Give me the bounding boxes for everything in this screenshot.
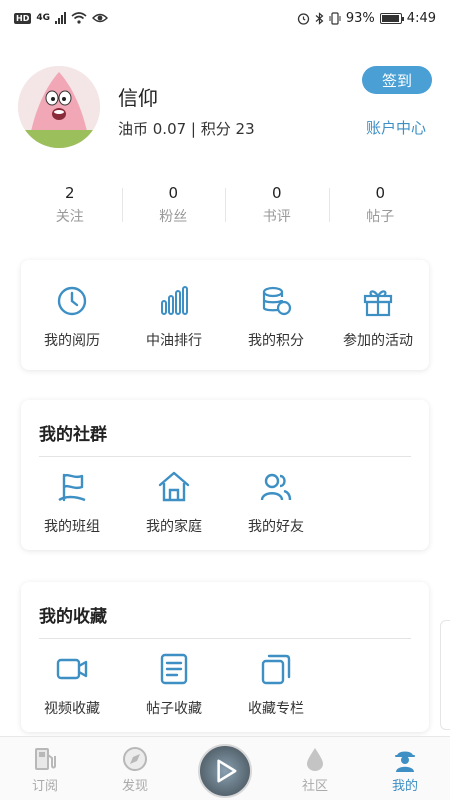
nav-label: 订阅 bbox=[31, 779, 58, 794]
compass-icon bbox=[123, 747, 147, 771]
bluetooth-icon bbox=[315, 11, 324, 25]
nav-label: 我的 bbox=[391, 779, 418, 794]
community-card: 我的社群 我的班组 我的家庭 我的好友 bbox=[21, 400, 429, 550]
community-item-friends[interactable]: 我的好友 bbox=[225, 470, 327, 536]
nav-tab-subscribe[interactable]: 订阅 bbox=[0, 737, 90, 800]
stat-label: 书评 bbox=[262, 209, 291, 225]
nav-tab-mine[interactable]: 我的 bbox=[360, 737, 450, 800]
nav-tab-community[interactable]: 社区 bbox=[270, 737, 360, 800]
stat-value: 0 bbox=[375, 184, 386, 202]
quick-action-label: 我的积分 bbox=[248, 333, 304, 349]
checkin-button[interactable]: 签到 bbox=[362, 66, 432, 94]
nav-tab-discover[interactable]: 发现 bbox=[90, 737, 180, 800]
status-bar: HD 4G 93% 4:49 bbox=[0, 0, 450, 36]
wifi-icon bbox=[71, 12, 87, 24]
username: 信仰 bbox=[118, 86, 158, 110]
favorite-item-columns[interactable]: 收藏专栏 bbox=[225, 652, 327, 718]
divider bbox=[39, 456, 411, 457]
card-title: 我的收藏 bbox=[39, 607, 107, 627]
quick-action-label: 中油排行 bbox=[146, 333, 202, 349]
account-center-link[interactable]: 账户中心 bbox=[366, 117, 426, 138]
coins-icon bbox=[262, 286, 292, 316]
community-item-label: 我的班组 bbox=[44, 519, 100, 535]
favorites-card: 我的收藏 视频收藏 帖子收藏 收藏专栏 bbox=[21, 582, 429, 732]
nav-label: 发现 bbox=[121, 779, 148, 794]
favorite-item-label: 收藏专栏 bbox=[248, 701, 304, 717]
favorite-item-videos[interactable]: 视频收藏 bbox=[21, 652, 123, 718]
bar-chart-icon bbox=[161, 286, 188, 315]
stat-value: 0 bbox=[168, 184, 179, 202]
hd-badge: HD bbox=[14, 12, 32, 24]
avatar-image bbox=[18, 66, 100, 148]
clock-time: 4:49 bbox=[406, 10, 436, 26]
profile-header: 信仰 油币 0.07 | 积分 23 签到 账户中心 bbox=[18, 66, 432, 150]
nav-tab-play[interactable] bbox=[180, 737, 270, 800]
favorite-item-posts[interactable]: 帖子收藏 bbox=[123, 652, 225, 718]
divider bbox=[39, 638, 411, 639]
quick-action-label: 参加的活动 bbox=[343, 333, 413, 349]
stat-reviews[interactable]: 0 书评 bbox=[225, 180, 329, 230]
home-icon bbox=[158, 471, 190, 502]
stat-label: 关注 bbox=[55, 209, 84, 225]
stat-followers[interactable]: 0 粉丝 bbox=[121, 180, 226, 230]
stat-label: 粉丝 bbox=[159, 209, 188, 225]
stat-label: 帖子 bbox=[366, 209, 395, 225]
quick-action-label: 我的阅历 bbox=[44, 333, 100, 349]
community-item-label: 我的好友 bbox=[248, 519, 304, 535]
stat-value: 2 bbox=[64, 184, 75, 202]
document-icon bbox=[160, 653, 188, 685]
signal-icon bbox=[55, 12, 66, 24]
stat-following[interactable]: 2 关注 bbox=[18, 180, 122, 230]
battery-icon bbox=[379, 12, 404, 24]
gift-icon bbox=[363, 290, 393, 317]
favorite-item-label: 视频收藏 bbox=[44, 701, 100, 717]
side-drawer-handle[interactable] bbox=[440, 620, 450, 730]
quick-action-ranking[interactable]: 中油排行 bbox=[123, 284, 225, 350]
play-disc-icon bbox=[198, 744, 252, 798]
quick-action-history[interactable]: 我的阅历 bbox=[21, 284, 123, 350]
quick-action-points[interactable]: 我的积分 bbox=[225, 284, 327, 350]
drop-icon bbox=[307, 748, 323, 771]
stat-value: 0 bbox=[271, 184, 282, 202]
friends-icon bbox=[260, 473, 292, 501]
coins-points: 油币 0.07 | 积分 23 bbox=[118, 120, 255, 138]
quick-actions-card: 我的阅历 中油排行 我的积分 参加的活动 bbox=[21, 260, 429, 370]
worker-icon bbox=[395, 751, 415, 772]
community-item-family[interactable]: 我的家庭 bbox=[123, 470, 225, 536]
play-icon bbox=[217, 759, 237, 783]
video-icon bbox=[56, 658, 88, 680]
network-type: 4G bbox=[36, 13, 50, 23]
avatar[interactable] bbox=[18, 66, 100, 148]
fuel-pump-icon bbox=[35, 748, 56, 770]
nav-label: 社区 bbox=[301, 779, 328, 794]
bottom-nav: 订阅 发现 社区 我的 bbox=[0, 736, 450, 800]
stack-icon bbox=[261, 654, 291, 685]
eye-icon bbox=[92, 13, 108, 23]
vibrate-icon bbox=[329, 11, 341, 25]
community-item-label: 我的家庭 bbox=[146, 519, 202, 535]
clock-icon bbox=[57, 286, 87, 316]
quick-action-events[interactable]: 参加的活动 bbox=[327, 284, 429, 350]
flag-icon bbox=[58, 473, 86, 502]
alarm-icon bbox=[297, 12, 310, 25]
stats-row: 2 关注 0 粉丝 0 书评 0 帖子 bbox=[18, 180, 432, 230]
card-title: 我的社群 bbox=[39, 425, 107, 445]
favorite-item-label: 帖子收藏 bbox=[146, 701, 202, 717]
stat-posts[interactable]: 0 帖子 bbox=[328, 180, 433, 230]
community-item-team[interactable]: 我的班组 bbox=[21, 470, 123, 536]
battery-percent: 93% bbox=[345, 10, 375, 26]
